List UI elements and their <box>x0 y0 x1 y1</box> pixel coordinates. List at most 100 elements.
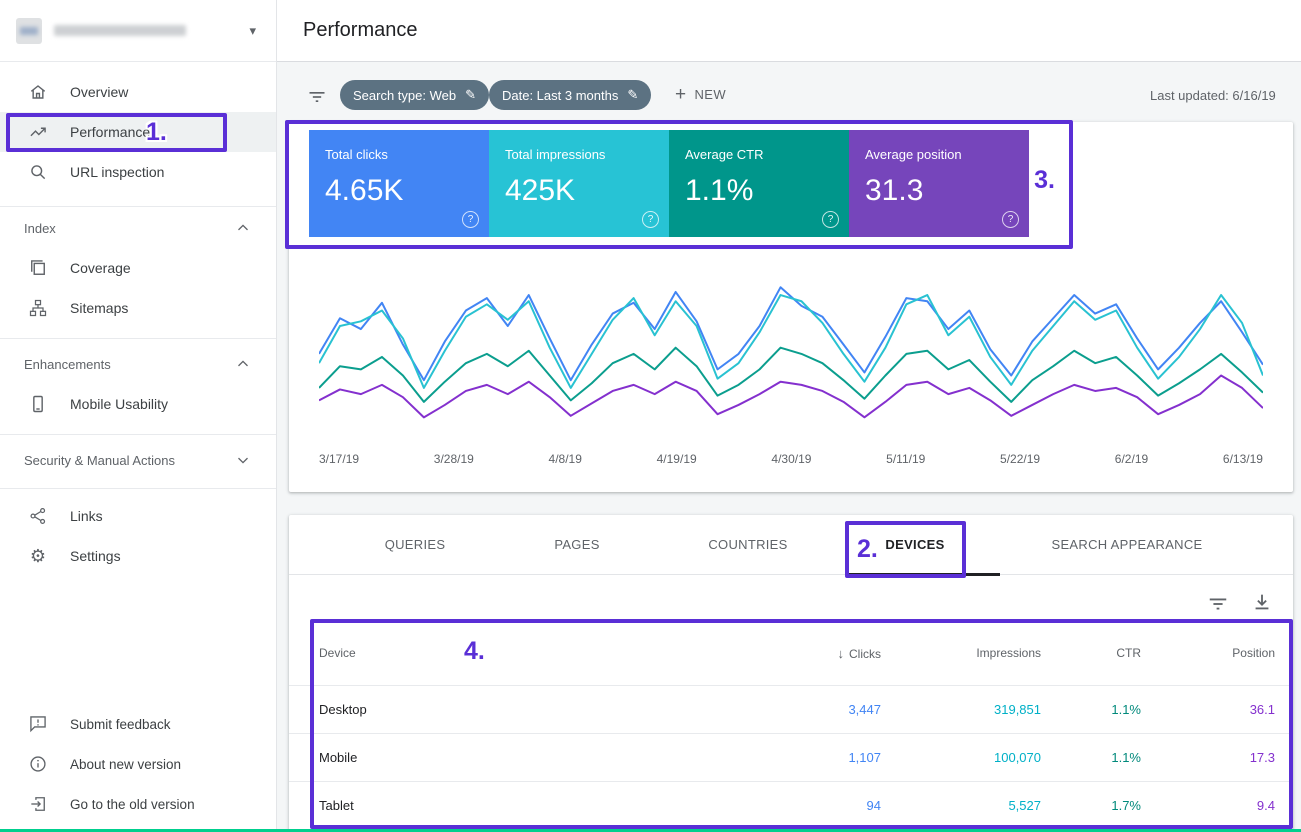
help-icon[interactable]: ? <box>822 211 839 228</box>
chevron-down-icon <box>234 451 252 469</box>
section-label: Enhancements <box>24 357 111 372</box>
metric-label: Average CTR <box>685 147 833 162</box>
impressions-cell: 100,070 <box>899 750 1059 765</box>
table-row-tablet: Tablet 94 5,527 1.7% 9.4 <box>289 781 1293 829</box>
average-ctr-card[interactable]: Average CTR 1.1% ? <box>669 130 849 237</box>
property-selector[interactable]: ▾ <box>0 0 276 62</box>
page-title: Performance <box>303 19 418 42</box>
x-tick: 3/28/19 <box>434 452 474 466</box>
sidebar-item-label: Mobile Usability <box>70 396 168 412</box>
sidebar-item-mobile-usability[interactable]: Mobile Usability <box>0 384 276 424</box>
info-icon <box>28 754 48 774</box>
links-share-icon <box>28 506 48 526</box>
sidebar-item-about-new-version[interactable]: About new version <box>0 744 276 784</box>
position-cell: 9.4 <box>1159 798 1293 813</box>
active-tab-indicator <box>845 573 1000 576</box>
device-cell[interactable]: Desktop <box>289 702 709 717</box>
x-tick: 3/17/19 <box>319 452 359 466</box>
sidebar-item-coverage[interactable]: Coverage <box>0 248 276 288</box>
sidebar-item-old-version[interactable]: Go to the old version <box>0 784 276 824</box>
sidebar-item-sitemaps[interactable]: Sitemaps <box>0 288 276 328</box>
x-tick: 4/19/19 <box>657 452 697 466</box>
sidebar-item-label: URL inspection <box>70 164 164 180</box>
sidebar-item-label: Settings <box>70 548 121 564</box>
sidebar-item-label: Links <box>70 508 103 524</box>
performance-line-chart[interactable] <box>319 270 1263 442</box>
new-filter-button[interactable]: + NEW <box>675 85 726 104</box>
metric-label: Average position <box>865 147 1013 162</box>
sidebar-item-submit-feedback[interactable]: Submit feedback <box>0 704 276 744</box>
metric-value: 31.3 <box>865 174 1013 208</box>
date-range-chip[interactable]: Date: Last 3 months ✎ <box>489 80 651 110</box>
column-header-clicks[interactable]: ↓Clicks <box>709 646 899 661</box>
property-logo <box>16 18 42 44</box>
divider <box>0 338 276 339</box>
feedback-icon <box>28 714 48 734</box>
position-cell: 36.1 <box>1159 702 1293 717</box>
tab-pages[interactable]: PAGES <box>554 515 599 575</box>
search-type-chip[interactable]: Search type: Web ✎ <box>340 80 489 110</box>
section-index[interactable]: Index <box>0 208 276 248</box>
performance-chart-panel: Total clicks 4.65K ? Total impressions 4… <box>289 122 1293 492</box>
impressions-cell: 319,851 <box>899 702 1059 717</box>
x-tick: 6/2/19 <box>1115 452 1148 466</box>
sidebar-item-label: Sitemaps <box>70 300 128 316</box>
property-url-redacted <box>54 25 186 36</box>
table-row-desktop: Desktop 3,447 319,851 1.1% 36.1 <box>289 685 1293 733</box>
x-tick: 5/22/19 <box>1000 452 1040 466</box>
edit-pencil-icon[interactable]: ✎ <box>627 87 638 103</box>
metric-label: Total impressions <box>505 147 653 162</box>
column-header-impressions[interactable]: Impressions <box>899 646 1059 660</box>
ctr-cell: 1.7% <box>1059 798 1159 813</box>
column-header-ctr[interactable]: CTR <box>1059 646 1159 660</box>
column-header-position[interactable]: Position <box>1159 646 1293 660</box>
section-security-manual-actions[interactable]: Security & Manual Actions <box>0 440 276 480</box>
tab-queries[interactable]: QUERIES <box>385 515 446 575</box>
chevron-down-icon: ▾ <box>249 23 256 39</box>
sitemap-tree-icon <box>28 298 48 318</box>
main-header: Performance <box>277 0 1301 62</box>
ctr-cell: 1.1% <box>1059 750 1159 765</box>
tab-devices[interactable]: DEVICES <box>885 515 944 575</box>
tab-countries[interactable]: COUNTRIES <box>708 515 787 575</box>
mobile-phone-icon <box>28 394 48 414</box>
help-icon[interactable]: ? <box>1002 211 1019 228</box>
search-icon <box>28 162 48 182</box>
sidebar-item-overview[interactable]: Overview <box>0 72 276 112</box>
device-cell[interactable]: Tablet <box>289 798 709 813</box>
total-clicks-card[interactable]: Total clicks 4.65K ? <box>309 130 489 237</box>
device-cell[interactable]: Mobile <box>289 750 709 765</box>
table-row-mobile: Mobile 1,107 100,070 1.1% 17.3 <box>289 733 1293 781</box>
sort-desc-icon: ↓ <box>838 646 845 661</box>
sidebar-item-links[interactable]: Links <box>0 496 276 536</box>
chevron-up-icon <box>234 355 252 373</box>
download-icon[interactable] <box>1251 591 1273 613</box>
plus-icon: + <box>675 85 687 104</box>
edit-pencil-icon[interactable]: ✎ <box>465 87 476 103</box>
tab-search-appearance[interactable]: SEARCH APPEARANCE <box>1051 515 1202 575</box>
pages-icon <box>28 258 48 278</box>
clicks-cell: 1,107 <box>709 750 899 765</box>
table-header-row: Device ↓Clicks Impressions CTR Position <box>289 621 1293 685</box>
section-enhancements[interactable]: Enhancements <box>0 344 276 384</box>
average-position-card[interactable]: Average position 31.3 ? <box>849 130 1029 237</box>
column-header-device[interactable]: Device <box>289 646 709 660</box>
sidebar-item-url-inspection[interactable]: URL inspection <box>0 152 276 192</box>
help-icon[interactable]: ? <box>462 211 479 228</box>
table-filter-icon[interactable] <box>1207 593 1229 615</box>
metric-value: 4.65K <box>325 174 473 208</box>
clicks-cell: 3,447 <box>709 702 899 717</box>
filter-icon[interactable] <box>307 87 327 107</box>
x-tick: 6/13/19 <box>1223 452 1263 466</box>
tabs-divider <box>289 574 1293 575</box>
sidebar-item-settings[interactable]: ⚙ Settings <box>0 536 276 576</box>
help-icon[interactable]: ? <box>642 211 659 228</box>
metric-value: 1.1% <box>685 174 833 208</box>
total-impressions-card[interactable]: Total impressions 425K ? <box>489 130 669 237</box>
metric-value: 425K <box>505 174 653 208</box>
chart-x-axis: 3/17/19 3/28/19 4/8/19 4/19/19 4/30/19 5… <box>319 452 1263 466</box>
position-cell: 17.3 <box>1159 750 1293 765</box>
sidebar-item-label: Performance <box>70 124 150 140</box>
divider <box>0 434 276 435</box>
sidebar-item-performance[interactable]: Performance <box>0 112 276 152</box>
